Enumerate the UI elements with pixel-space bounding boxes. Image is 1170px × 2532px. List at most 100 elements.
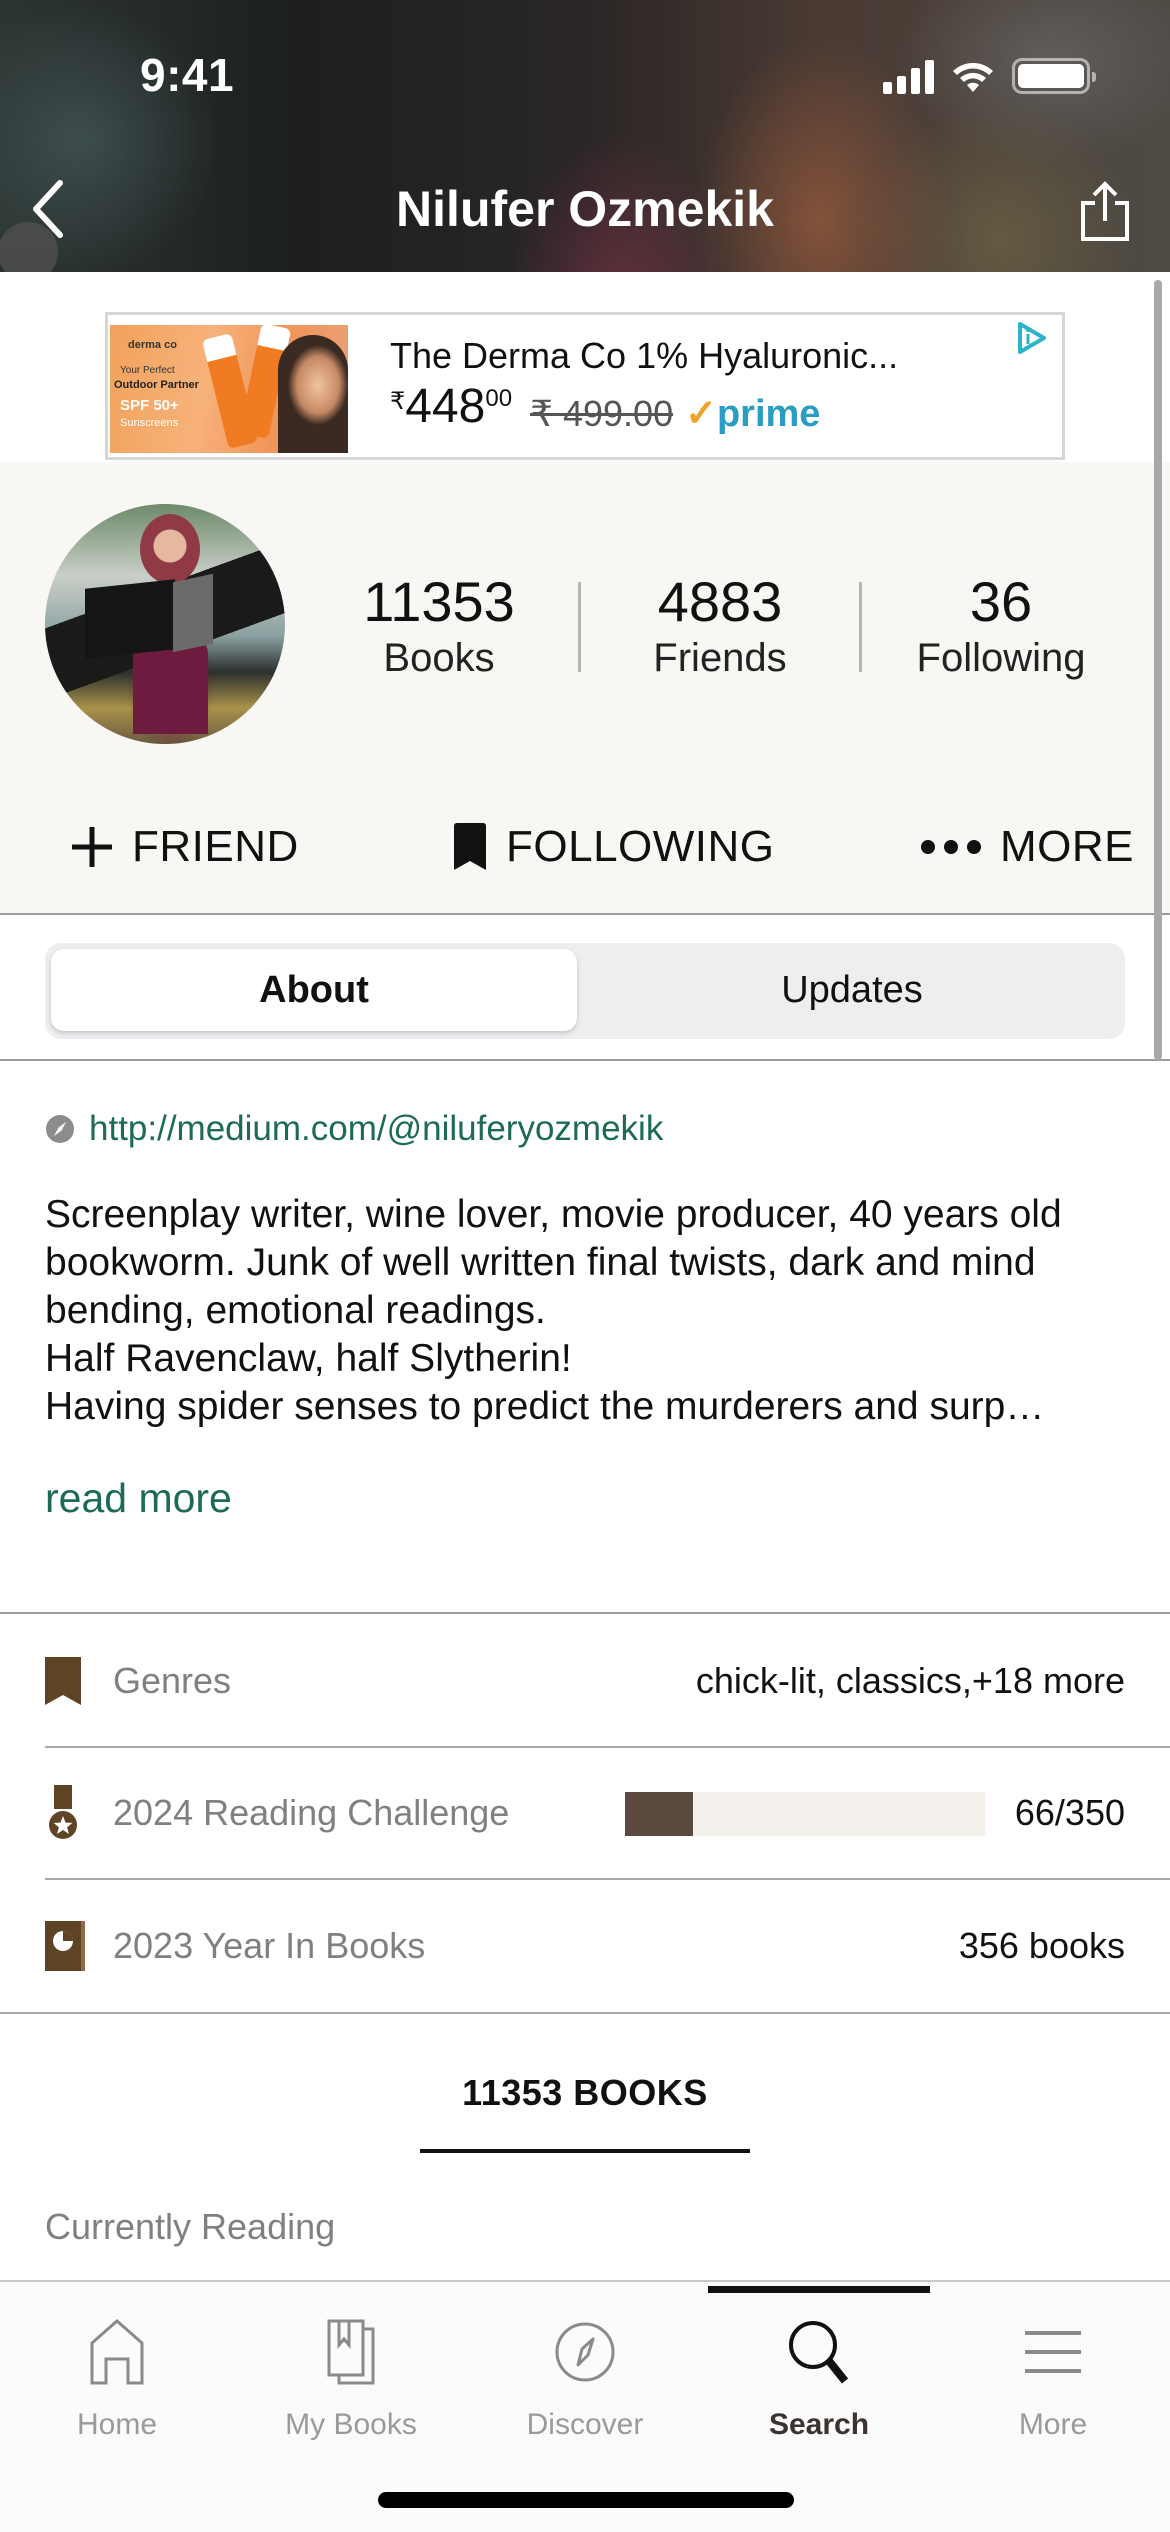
currency-symbol: ₹	[390, 388, 406, 415]
bookmark-icon	[454, 823, 486, 870]
search-icon	[787, 2312, 851, 2392]
stat-following[interactable]: 36 Following	[862, 572, 1140, 682]
compass-icon	[554, 2312, 616, 2392]
active-tab-indicator	[708, 2286, 930, 2293]
stat-friends[interactable]: 4883 Friends	[581, 572, 859, 682]
following-button[interactable]: FOLLOWING	[452, 822, 775, 872]
tab-label: More	[1018, 2408, 1088, 2441]
reading-challenge-row[interactable]: 2024 Reading Challenge 66/350	[45, 1748, 1170, 1880]
following-label: FOLLOWING	[506, 822, 775, 871]
ad-title[interactable]: The Derma Co 1% Hyaluronic...	[390, 335, 898, 377]
prime-label: prime	[716, 393, 821, 435]
add-friend-label: FRIEND	[132, 822, 299, 871]
ad-price-row: ₹ 448 00 ₹ 499.00 ✓prime	[390, 381, 820, 436]
tab-home[interactable]: Home	[0, 2312, 234, 2452]
books-tab-label: 11353 BOOKS	[462, 2072, 708, 2113]
profile-tabs: About Updates	[0, 915, 1170, 1061]
plus-icon	[72, 827, 112, 867]
price-fraction: 00	[485, 385, 513, 412]
stat-books[interactable]: 11353 Books	[300, 572, 578, 682]
tab-updates[interactable]: Updates	[585, 949, 1119, 1031]
wifi-icon	[953, 63, 993, 92]
website-link[interactable]: http://medium.com/@niluferyozmekik	[89, 1109, 663, 1149]
reading-challenge-progress	[625, 1792, 985, 1836]
year-in-books-label: 2023 Year In Books	[113, 1925, 426, 1966]
ad-image-text: Sunscreens	[120, 417, 179, 429]
home-indicator[interactable]	[378, 2492, 794, 2508]
read-more-link[interactable]: read more	[45, 1475, 232, 1522]
scrollbar[interactable]	[1154, 280, 1162, 1060]
prime-check-icon: ✓	[685, 393, 717, 435]
genres-label: Genres	[113, 1660, 232, 1701]
stat-label: Following	[916, 636, 1086, 680]
profile-stats: 11353 Books 4883 Friends 36 Following	[300, 562, 1140, 692]
bio-text: Screenplay writer, wine lover, movie pro…	[45, 1193, 1062, 1428]
avatar-photo-detail	[85, 579, 175, 659]
old-price: ₹ 499.00	[530, 393, 674, 434]
navigation-bar: Nilufer Ozmekik	[0, 160, 1170, 260]
add-friend-button[interactable]: FRIEND	[70, 822, 299, 872]
currently-reading-heading: Currently Reading	[45, 2206, 336, 2247]
segmented-control: About Updates	[45, 943, 1125, 1039]
profile-header: 9:41 Nilufer Ozmekik	[0, 0, 1170, 272]
avatar-photo-detail	[140, 514, 200, 584]
books-tab-underline	[420, 2149, 750, 2153]
stat-value: 36	[969, 570, 1033, 633]
menu-icon	[1025, 2312, 1081, 2392]
ad-product-image[interactable]: derma co Your Perfect Outdoor Partner SP…	[110, 325, 348, 453]
profile-summary: 11353 Books 4883 Friends 36 Following FR…	[0, 462, 1170, 915]
ad-image-brand: derma co	[128, 339, 177, 351]
compass-icon	[46, 1115, 74, 1143]
status-time: 9:41	[140, 49, 235, 101]
tab-discover[interactable]: Discover	[468, 2312, 702, 2452]
stat-value: 11353	[363, 570, 515, 633]
books-tab[interactable]: 11353 BOOKS	[0, 2014, 1170, 2154]
share-icon	[1081, 181, 1129, 241]
ellipsis-icon	[921, 840, 981, 854]
ad-image-text: Outdoor Partner	[114, 379, 199, 391]
reading-challenge-value: 66/350	[1014, 1792, 1125, 1833]
reading-challenge-label: 2024 Reading Challenge	[113, 1792, 510, 1833]
tab-about[interactable]: About	[51, 949, 577, 1031]
year-in-books-icon	[45, 1921, 89, 1971]
website-link-row: http://medium.com/@niluferyozmekik	[45, 1109, 663, 1149]
home-icon	[88, 2312, 146, 2392]
battery-icon	[1012, 58, 1096, 94]
tab-search[interactable]: Search	[702, 2312, 936, 2452]
progress-fill	[625, 1792, 693, 1836]
tab-label: Search	[768, 2408, 870, 2441]
tab-label: My Books	[285, 2408, 417, 2441]
genres-row[interactable]: Genres chick-lit, classics,+18 more	[45, 1616, 1170, 1748]
tab-more[interactable]: More	[936, 2312, 1170, 2452]
more-button[interactable]: MORE	[920, 822, 1134, 872]
ad-image-text: Your Perfect	[120, 365, 175, 376]
avatar[interactable]	[45, 504, 285, 744]
ad-image-text: SPF 50+	[120, 397, 179, 414]
profile-actions: FRIEND FOLLOWING MORE	[0, 792, 1170, 902]
about-section: http://medium.com/@niluferyozmekik Scree…	[0, 1061, 1170, 1614]
page-title: Nilufer Ozmekik	[396, 181, 774, 237]
share-button[interactable]	[1070, 172, 1140, 252]
cellular-signal-icon	[883, 58, 934, 94]
ad-container: derma co Your Perfect Outdoor Partner SP…	[0, 272, 1170, 462]
status-icons	[883, 58, 1096, 94]
medal-icon	[45, 1785, 89, 1839]
sponsored-ad[interactable]: derma co Your Perfect Outdoor Partner SP…	[105, 312, 1065, 460]
stat-value: 4883	[657, 570, 783, 633]
tab-label: Discover	[526, 2408, 644, 2441]
stat-label: Friends	[653, 636, 787, 680]
genres-bookmark-icon	[45, 1656, 89, 1706]
status-bar: 9:41	[0, 0, 1170, 140]
ad-model	[278, 335, 348, 453]
year-in-books-value: 356 books	[958, 1925, 1125, 1966]
my-books-icon	[325, 2312, 377, 2392]
more-label: MORE	[1000, 822, 1134, 871]
prime-badge: ✓prime	[685, 391, 820, 436]
tab-my-books[interactable]: My Books	[234, 2312, 468, 2452]
year-in-books-row[interactable]: 2023 Year In Books 356 books	[45, 1880, 1170, 2012]
avatar-photo-detail	[173, 573, 213, 653]
price-whole: 448	[405, 380, 486, 433]
tab-label: Home	[76, 2408, 158, 2441]
genres-value: chick-lit, classics,+18 more	[695, 1660, 1125, 1701]
adchoices-icon[interactable]	[1014, 321, 1048, 355]
